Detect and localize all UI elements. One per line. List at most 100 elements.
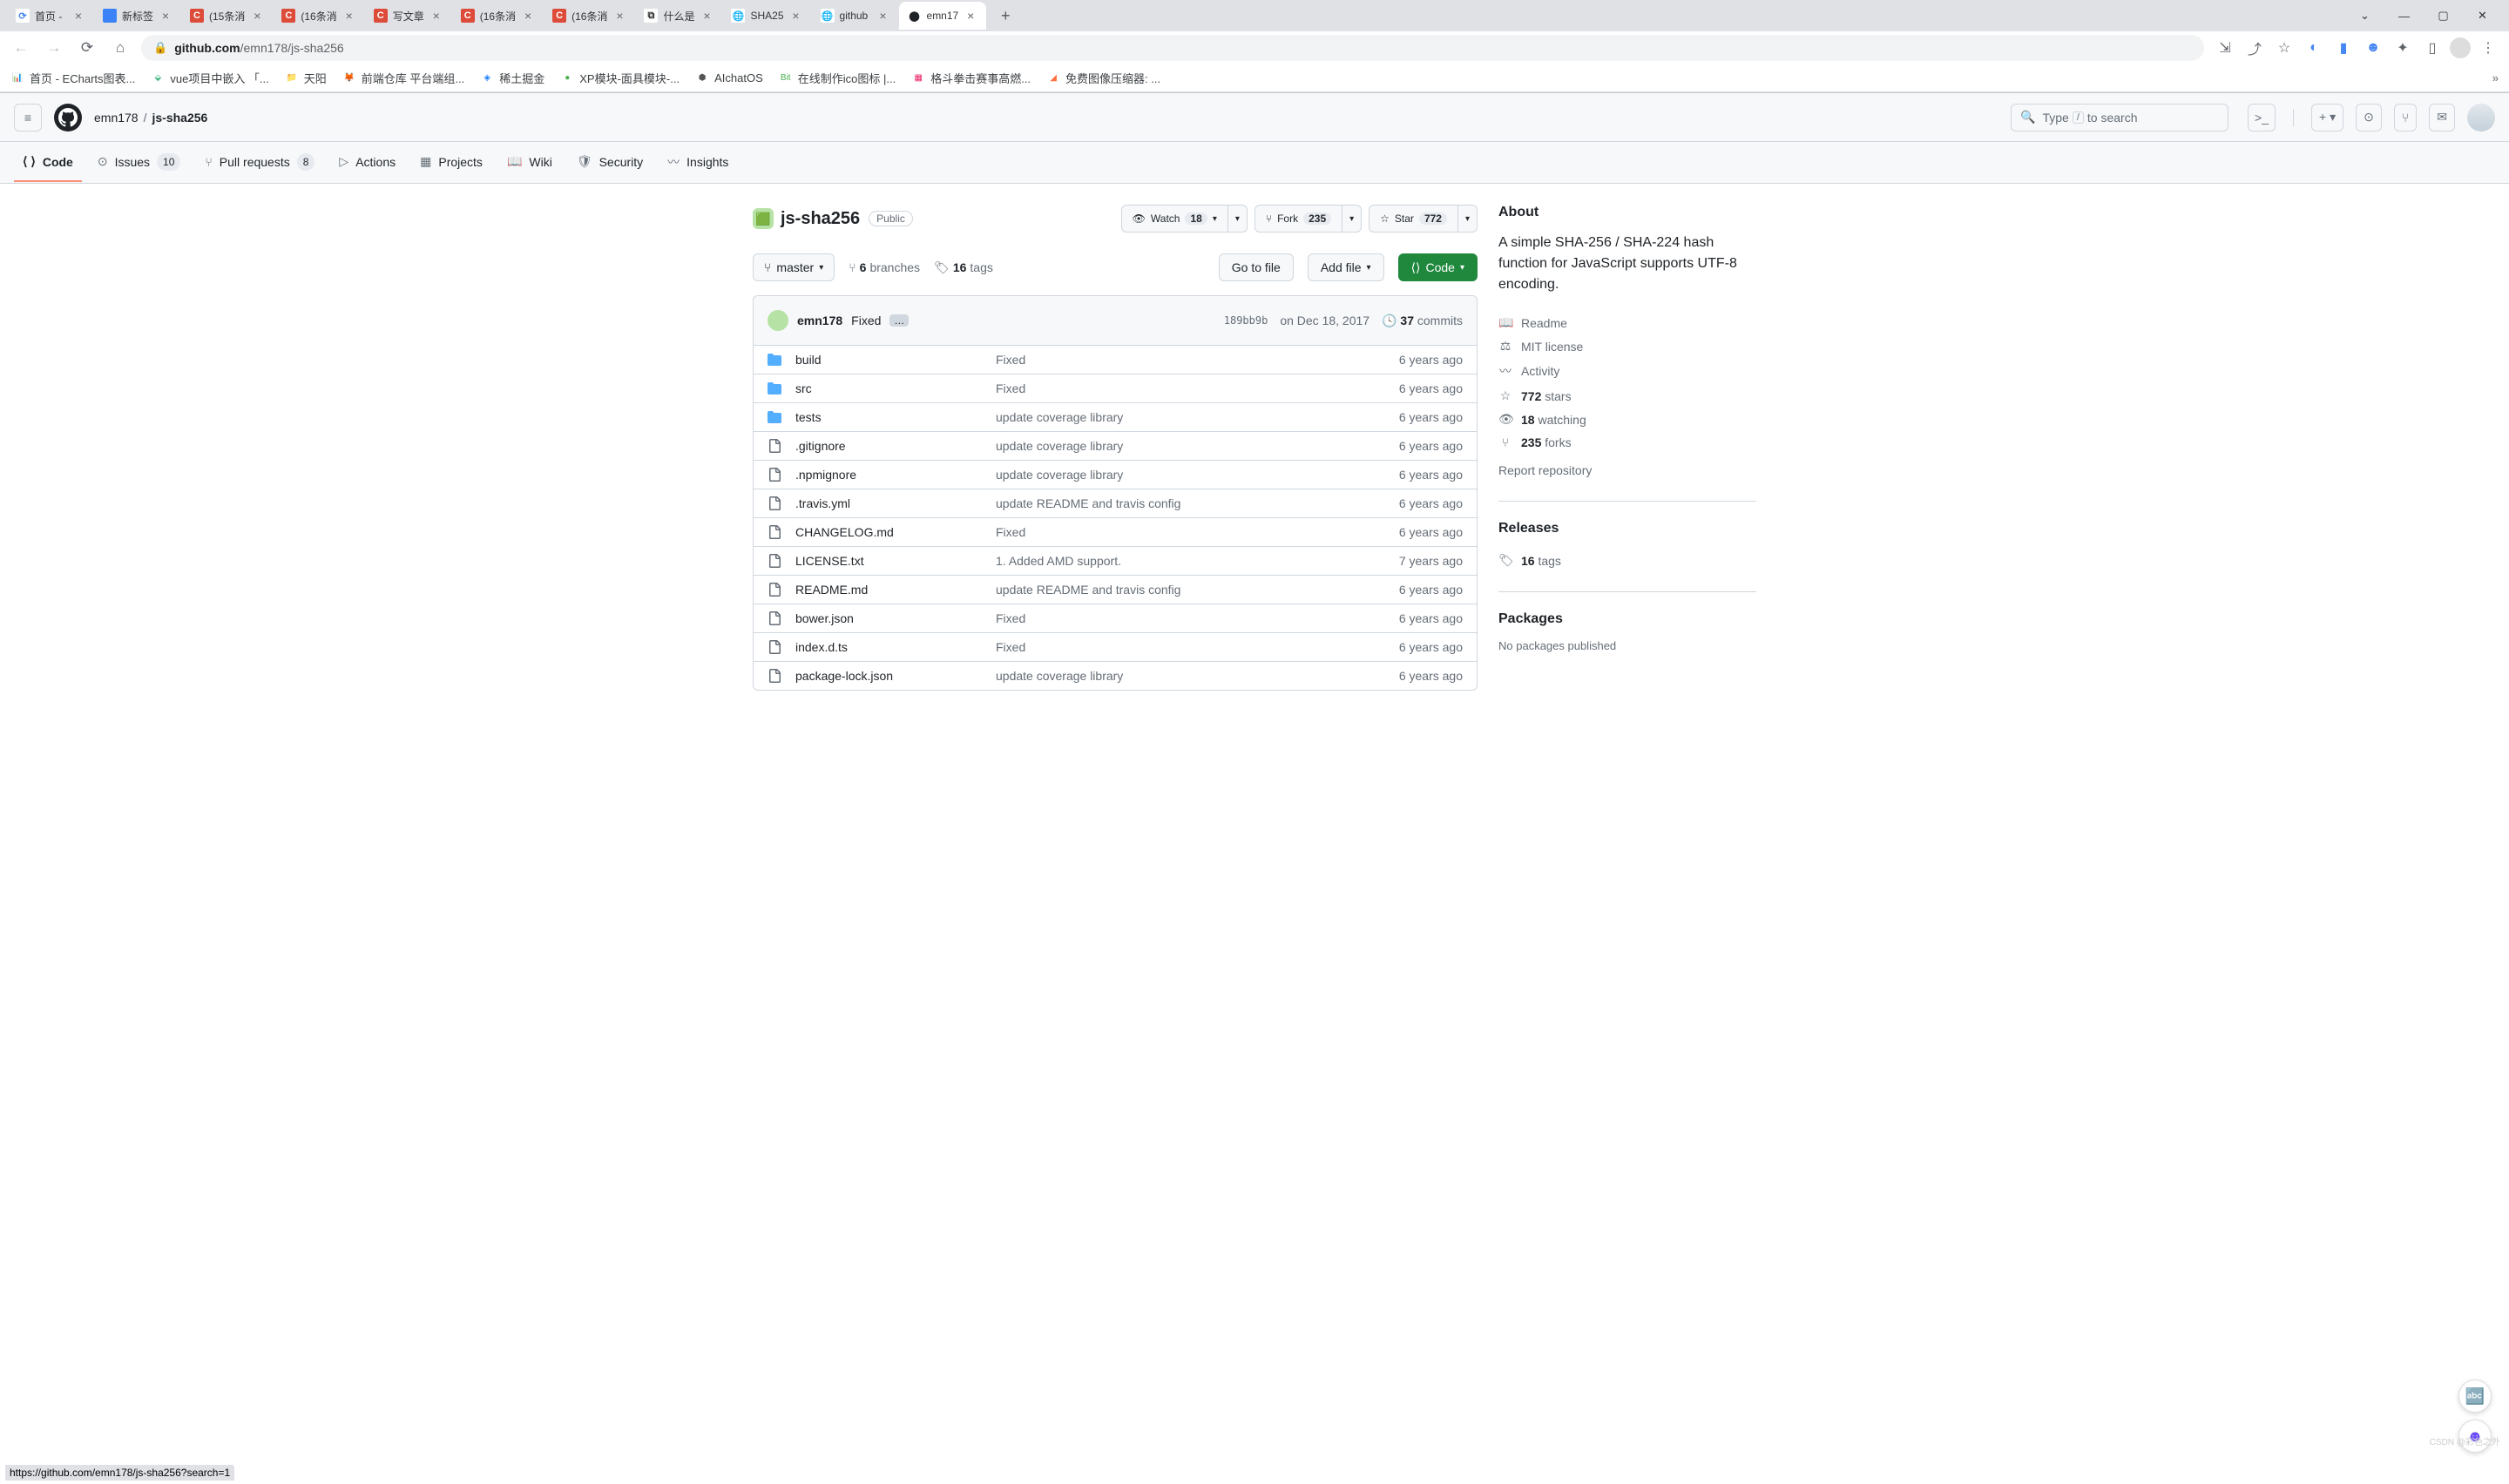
search-box[interactable]: 🔍 Type / to search [2011, 104, 2228, 132]
file-commit-msg[interactable]: Fixed [996, 611, 1399, 625]
file-name[interactable]: tests [795, 410, 996, 424]
hamburger-button[interactable]: ≡ [14, 104, 42, 132]
packages-heading[interactable]: Packages [1498, 611, 1756, 627]
bookmark-item[interactable]: ◈稀土掘金 [480, 70, 544, 86]
file-commit-msg[interactable]: update coverage library [996, 439, 1399, 453]
browser-tab[interactable]: C(16条消× [452, 2, 544, 30]
chrome-menu-icon[interactable]: ⋮ [2476, 36, 2500, 60]
file-commit-msg[interactable]: Fixed [996, 525, 1399, 539]
about-link[interactable]: ☆772 stars [1498, 384, 1756, 408]
file-name[interactable]: LICENSE.txt [795, 554, 996, 568]
github-logo[interactable] [54, 104, 82, 132]
commit-sha[interactable]: 189bb9b [1224, 314, 1268, 327]
commits-count[interactable]: 🕓 37 commits [1382, 314, 1463, 328]
issues-button[interactable]: ⊙ [2356, 104, 2382, 132]
repo-nav-tab[interactable]: 📖Wiki [498, 144, 561, 182]
tab-list-button[interactable]: ⌄ [2345, 2, 2384, 30]
code-button[interactable]: ⟨⟩Code▾ [1398, 253, 1478, 281]
sidepanel-icon[interactable]: ▯ [2420, 36, 2445, 60]
bookmark-item[interactable]: ⬙vue项目中嵌入 「... [151, 70, 268, 86]
file-name[interactable]: src [795, 381, 996, 395]
commit-author[interactable]: emn178 [797, 314, 842, 327]
minimize-button[interactable]: — [2384, 2, 2424, 30]
about-link[interactable]: 〰Activity [1498, 358, 1756, 384]
about-link[interactable]: ⚖MIT license [1498, 334, 1756, 358]
url-input[interactable]: 🔒 github.com/emn178/js-sha256 [141, 35, 2204, 61]
profile-avatar-icon[interactable] [2450, 37, 2471, 58]
close-icon[interactable]: × [964, 9, 977, 23]
about-link[interactable]: 📖Readme [1498, 311, 1756, 334]
watch-dropdown[interactable]: ▾ [1228, 205, 1248, 233]
file-name[interactable]: .gitignore [795, 439, 996, 453]
new-tab-button[interactable]: + [993, 3, 1018, 28]
releases-tags-link[interactable]: 🏷16 tags [1498, 549, 1756, 572]
releases-heading[interactable]: Releases [1498, 521, 1756, 536]
user-avatar[interactable] [2467, 104, 2495, 132]
ext-icon-3[interactable]: ☻ [2361, 36, 2385, 60]
create-new-button[interactable]: + ▾ [2311, 104, 2343, 132]
repo-title[interactable]: js-sha256 [781, 209, 860, 229]
commit-ellipsis[interactable]: … [889, 314, 909, 327]
bookmark-item[interactable]: Bit在线制作ico图标 |... [779, 70, 896, 86]
repo-nav-tab[interactable]: ⑂Pull requests8 [196, 144, 323, 182]
browser-tab[interactable]: C(16条消× [544, 2, 635, 30]
star-button[interactable]: ☆Star772 [1369, 205, 1458, 233]
home-button[interactable]: ⌂ [108, 36, 132, 60]
repo-nav-tab[interactable]: ⊙Issues10 [89, 144, 190, 182]
file-name[interactable]: package-lock.json [795, 669, 996, 683]
file-commit-msg[interactable]: update coverage library [996, 468, 1399, 482]
bookmark-item[interactable]: ⬢AIchatOS [695, 71, 763, 85]
file-name[interactable]: CHANGELOG.md [795, 525, 996, 539]
browser-tab[interactable]: C写文章× [365, 2, 452, 30]
file-commit-msg[interactable]: update coverage library [996, 669, 1399, 683]
file-name[interactable]: bower.json [795, 611, 996, 625]
fork-dropdown[interactable]: ▾ [1342, 205, 1362, 233]
browser-tab[interactable]: 新标签× [94, 2, 181, 30]
file-name[interactable]: .travis.yml [795, 496, 996, 510]
close-icon[interactable]: × [876, 9, 890, 23]
file-commit-msg[interactable]: update README and travis config [996, 496, 1399, 510]
install-app-icon[interactable]: ⇲ [2213, 36, 2237, 60]
bookmark-item[interactable]: ●XP模块-面具模块-... [560, 70, 680, 86]
fork-button[interactable]: ⑂Fork235 [1254, 205, 1342, 233]
close-icon[interactable]: × [700, 9, 713, 23]
about-link[interactable]: 👁18 watching [1498, 408, 1756, 431]
star-dropdown[interactable]: ▾ [1458, 205, 1478, 233]
breadcrumb-repo[interactable]: js-sha256 [152, 111, 207, 125]
bookmark-star-icon[interactable]: ☆ [2272, 36, 2296, 60]
reload-button[interactable]: ⟳ [75, 36, 99, 60]
repo-nav-tab[interactable]: ▷Actions [330, 144, 404, 182]
repo-nav-tab[interactable]: ⟨ ⟩Code [14, 144, 82, 182]
browser-tab[interactable]: C(15条消× [181, 2, 273, 30]
ext-icon-2[interactable]: ▮ [2331, 36, 2356, 60]
close-icon[interactable]: × [612, 9, 626, 23]
about-link[interactable]: ⑂235 forks [1498, 431, 1756, 454]
bookmark-item[interactable]: 🦊前端仓库 平台端组... [342, 70, 464, 86]
close-window-button[interactable]: ✕ [2463, 2, 2502, 30]
file-commit-msg[interactable]: update README and travis config [996, 583, 1399, 597]
bookmark-item[interactable]: ▦格斗拳击赛事高燃... [911, 70, 1031, 86]
bookmark-overflow-icon[interactable]: » [2492, 71, 2499, 84]
file-commit-msg[interactable]: Fixed [996, 353, 1399, 367]
add-file-button[interactable]: Add file▾ [1308, 253, 1384, 281]
ext-icon-1[interactable]: ◐ [2302, 36, 2326, 60]
forward-button[interactable]: → [42, 36, 66, 60]
close-icon[interactable]: × [71, 9, 85, 23]
file-name[interactable]: README.md [795, 583, 996, 597]
pull-requests-button[interactable]: ⑂ [2394, 104, 2417, 132]
breadcrumb-owner[interactable]: emn178 [94, 111, 139, 125]
close-icon[interactable]: × [159, 9, 172, 23]
translate-float-icon[interactable]: 🔤 [2458, 1379, 2492, 1413]
file-name[interactable]: index.d.ts [795, 640, 996, 654]
close-icon[interactable]: × [429, 9, 443, 23]
file-commit-msg[interactable]: update coverage library [996, 410, 1399, 424]
browser-tab[interactable]: ⬤emn17× [899, 2, 987, 30]
browser-tab[interactable]: 🌐github× [812, 2, 899, 30]
back-button[interactable]: ← [9, 36, 33, 60]
browser-tab[interactable]: ⧉什么是× [635, 2, 722, 30]
share-icon[interactable]: ⤴ [2242, 36, 2267, 60]
repo-nav-tab[interactable]: 〰Insights [659, 144, 737, 182]
file-commit-msg[interactable]: Fixed [996, 381, 1399, 395]
report-repo-link[interactable]: Report repository [1498, 459, 1756, 482]
browser-tab[interactable]: 🌐SHA25× [722, 2, 811, 30]
